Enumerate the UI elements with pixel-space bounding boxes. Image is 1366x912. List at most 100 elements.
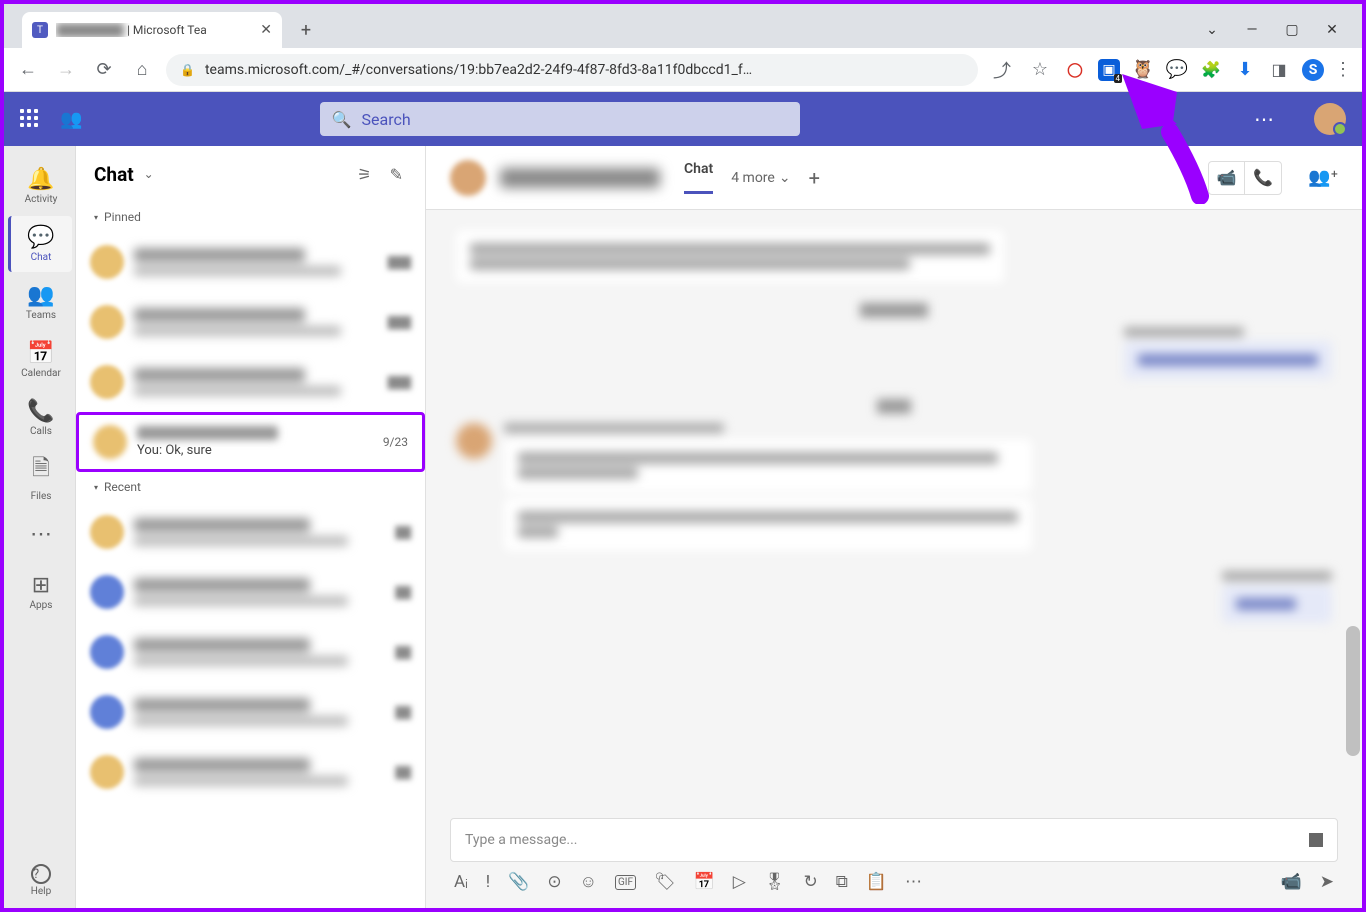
rail-help[interactable]: ?Help: [8, 852, 72, 908]
contact-name-blurred: [137, 426, 278, 440]
new-chat-icon[interactable]: ✎: [386, 161, 407, 188]
side-panel-icon[interactable]: ◨: [1268, 59, 1290, 81]
compose-area: Type a message... Aᵢ ! 📎 ⊙ ☺ GIF 🏷 📅 ▷ 🎖…: [426, 818, 1362, 908]
approvals-icon[interactable]: 🎖: [764, 872, 786, 892]
snippet-icon[interactable]: ⧉: [836, 872, 848, 892]
audio-call-button[interactable]: 📞: [1245, 162, 1281, 194]
updates-icon[interactable]: ↻: [803, 872, 817, 892]
app-rail: 🔔Activity 💬Chat 👥Teams 📅Calendar 📞Calls …: [4, 146, 76, 908]
more-options-icon[interactable]: ⋯: [1254, 107, 1274, 131]
phone-icon: 📞: [27, 399, 54, 424]
clipboard-icon[interactable]: 📋: [866, 872, 887, 892]
calendar-icon: 📅: [27, 341, 54, 366]
message-area[interactable]: ████████ ████: [426, 210, 1362, 818]
video-clip-icon[interactable]: 📹: [1281, 872, 1302, 892]
conversation-pane: Chat 4 more⌄ + 📹 📞 👥⁺ ████████ ████ Type…: [426, 146, 1362, 908]
message-input[interactable]: Type a message...: [450, 818, 1338, 862]
teams-main: 🔔Activity 💬Chat 👥Teams 📅Calendar 📞Calls …: [4, 146, 1362, 908]
extension-owl-icon[interactable]: 🦉: [1132, 59, 1154, 81]
home-button[interactable]: ⌂: [128, 56, 156, 84]
send-button[interactable]: ➤: [1320, 872, 1334, 892]
video-call-button[interactable]: 📹: [1209, 162, 1245, 194]
chat-item[interactable]: ██: [76, 742, 425, 802]
bell-icon: 🔔: [27, 167, 54, 192]
schedule-icon[interactable]: 📅: [694, 872, 715, 892]
teams-top-bar: 👥 🔍 Search ⋯: [4, 92, 1362, 146]
app-launcher-icon[interactable]: [20, 109, 40, 129]
contact-name-blurred: [500, 168, 660, 188]
reload-button[interactable]: ⟳: [90, 56, 118, 84]
user-avatar[interactable]: [1314, 103, 1346, 135]
conversation-header: Chat 4 more⌄ + 📹 📞 👥⁺: [426, 146, 1362, 210]
rail-calls[interactable]: 📞Calls: [8, 390, 72, 446]
rail-chat[interactable]: 💬Chat: [8, 216, 72, 272]
close-window-icon[interactable]: ✕: [1322, 22, 1342, 38]
chevron-down-icon[interactable]: ⌄: [144, 167, 154, 181]
extension-chat-icon[interactable]: 💬: [1166, 59, 1188, 81]
rail-files[interactable]: 🗎Files: [8, 448, 72, 504]
more-tabs-link[interactable]: 4 more⌄: [731, 170, 790, 186]
chat-item-highlighted[interactable]: You: Ok, sure 9/23: [76, 412, 425, 472]
format-icon[interactable]: Aᵢ: [454, 872, 468, 892]
back-button[interactable]: ←: [14, 56, 42, 84]
ublock-icon[interactable]: ◯: [1064, 59, 1086, 81]
chevron-down-icon: ⌄: [779, 170, 791, 186]
avatar: [93, 425, 127, 459]
chat-item[interactable]: ██: [76, 502, 425, 562]
avatar: [450, 160, 486, 196]
new-tab-button[interactable]: +: [292, 16, 320, 44]
more-actions-icon[interactable]: ⋯: [905, 872, 922, 892]
loop-icon[interactable]: ⊙: [547, 872, 561, 892]
chevron-down-icon[interactable]: ⌄: [1202, 22, 1222, 38]
forward-button[interactable]: →: [52, 56, 80, 84]
close-tab-icon[interactable]: ✕: [260, 22, 272, 38]
search-box[interactable]: 🔍 Search: [320, 102, 800, 136]
priority-icon[interactable]: !: [486, 872, 490, 892]
recent-section-header[interactable]: ▾Recent: [76, 472, 425, 502]
rail-calendar[interactable]: 📅Calendar: [8, 332, 72, 388]
tab-title: ████████ | Microsoft Tea: [56, 23, 252, 37]
triangle-down-icon: ▾: [94, 213, 98, 222]
maximize-icon[interactable]: ▢: [1282, 22, 1302, 38]
chat-panel-title: Chat: [94, 163, 134, 186]
pinned-section-header[interactable]: ▾Pinned: [76, 202, 425, 232]
add-tab-button[interactable]: +: [809, 166, 820, 190]
scrollbar[interactable]: [1346, 626, 1360, 756]
chat-item[interactable]: ███: [76, 352, 425, 412]
chat-item[interactable]: ██: [76, 562, 425, 622]
emoji-icon[interactable]: ☺: [580, 872, 597, 892]
chat-item[interactable]: ██: [76, 622, 425, 682]
rail-more[interactable]: ⋯: [8, 506, 72, 562]
filter-icon[interactable]: ⚞: [353, 161, 375, 188]
browser-toolbar: ← → ⟳ ⌂ 🔒 teams.microsoft.com/_#/convers…: [4, 48, 1362, 92]
rail-apps[interactable]: ⊞Apps: [8, 564, 72, 620]
teams-icon: 👥: [27, 283, 54, 308]
gif-icon[interactable]: GIF: [615, 875, 636, 890]
chat-item[interactable]: ███: [76, 232, 425, 292]
bookmark-icon[interactable]: ☆: [1026, 56, 1054, 84]
tab-chat[interactable]: Chat: [684, 161, 713, 194]
chat-icon: 💬: [27, 225, 54, 250]
downloads-icon[interactable]: ⬇: [1234, 59, 1256, 81]
address-bar[interactable]: 🔒 teams.microsoft.com/_#/conversations/1…: [166, 54, 978, 86]
chrome-menu-icon[interactable]: ⋮: [1334, 59, 1352, 80]
browser-tab[interactable]: T ████████ | Microsoft Tea ✕: [22, 12, 282, 48]
chat-item[interactable]: ██: [76, 682, 425, 742]
stream-icon[interactable]: ▷: [733, 872, 746, 892]
chat-item[interactable]: ███: [76, 292, 425, 352]
rail-teams[interactable]: 👥Teams: [8, 274, 72, 330]
minimize-icon[interactable]: —: [1242, 22, 1262, 38]
extensions-icon[interactable]: 🧩: [1200, 59, 1222, 81]
browser-titlebar: T ████████ | Microsoft Tea ✕ + ⌄ — ▢ ✕: [4, 4, 1362, 48]
add-people-button[interactable]: 👥⁺: [1308, 167, 1338, 188]
rail-activity[interactable]: 🔔Activity: [8, 158, 72, 214]
attach-icon[interactable]: 📎: [508, 872, 529, 892]
help-icon: ?: [31, 864, 51, 884]
teams-logo-icon[interactable]: 👥: [60, 109, 82, 130]
compose-expand-icon[interactable]: [1309, 833, 1323, 847]
sticker-icon[interactable]: 🏷: [654, 872, 676, 892]
share-icon[interactable]: ⤴: [988, 56, 1016, 84]
chat-list-panel: Chat ⌄ ⚞ ✎ ▾Pinned ███ ███ ███ You: Ok, …: [76, 146, 426, 908]
extension-blue-icon[interactable]: ▣4: [1098, 59, 1120, 81]
extension-s-icon[interactable]: S: [1302, 59, 1324, 81]
